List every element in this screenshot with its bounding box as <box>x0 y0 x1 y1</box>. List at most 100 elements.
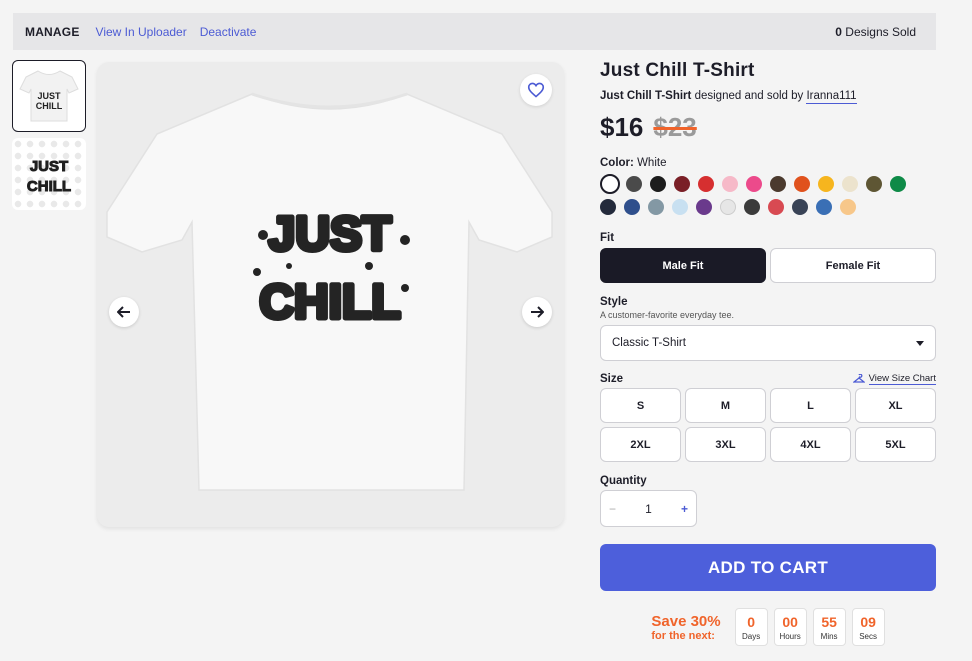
artist-link[interactable]: Iranna111 <box>806 90 857 104</box>
timer-secs-value: 09 <box>860 613 876 630</box>
quantity-increase-button[interactable]: + <box>681 502 688 516</box>
thumb-word2: CHILL <box>36 101 63 111</box>
designs-sold: 0 Designs Sold <box>835 25 916 39</box>
byline-text: designed and sold by <box>694 90 804 102</box>
deactivate-link[interactable]: Deactivate <box>200 25 257 39</box>
timer-hours-unit: Hours <box>779 631 801 641</box>
color-swatch[interactable] <box>698 175 714 192</box>
color-swatch[interactable] <box>722 175 738 192</box>
product-image-viewer: JUST CHILL <box>97 62 564 527</box>
size-button-l[interactable]: L <box>770 388 851 423</box>
product-byline: Just Chill T-Shirt designed and sold by … <box>600 90 936 104</box>
design-thumbnail-image: JUST CHILL <box>26 158 71 196</box>
timer-mins-value: 55 <box>821 613 837 630</box>
thumbnail-design[interactable]: JUST CHILL <box>12 138 86 210</box>
size-button-s[interactable]: S <box>600 388 681 423</box>
timer-mins-unit: Mins <box>820 631 838 641</box>
color-swatch[interactable] <box>626 175 642 192</box>
byline-product-name: Just Chill T-Shirt <box>600 90 692 102</box>
chevron-down-icon <box>916 340 924 346</box>
add-to-cart-button[interactable]: ADD TO CART <box>600 544 936 591</box>
design-word2: CHILL <box>259 276 400 329</box>
thumbnail-tshirt[interactable]: JUST CHILL <box>12 60 86 132</box>
color-swatch[interactable] <box>744 198 760 215</box>
size-label: Size <box>600 373 624 385</box>
color-swatches <box>600 172 936 218</box>
color-swatch[interactable] <box>674 175 690 192</box>
color-swatch[interactable] <box>624 198 640 215</box>
tshirt-image: JUST CHILL <box>106 92 553 491</box>
designs-sold-label: Designs Sold <box>845 24 916 39</box>
size-options: S M L XL 2XL 3XL 4XL 5XL <box>600 388 936 462</box>
timer-mins: 55 Mins <box>812 608 846 646</box>
design-word1: JUST <box>269 208 392 261</box>
color-swatch[interactable] <box>842 175 858 192</box>
color-label-text: Color: <box>600 157 634 169</box>
color-swatch[interactable] <box>696 198 712 215</box>
design-thumb-word2: CHILL <box>27 178 71 195</box>
color-label: Color: White <box>600 157 936 169</box>
quantity-stepper: − 1 + <box>600 490 697 527</box>
timer-secs: 09 Secs <box>851 608 885 646</box>
color-swatch[interactable] <box>746 175 762 192</box>
quantity-decrease-button[interactable]: − <box>609 502 616 516</box>
previous-image-arrow-icon[interactable] <box>109 297 139 327</box>
sale-countdown: Save 30% for the next: 0 Days 00 Hours 55 M… <box>600 608 936 646</box>
color-swatch[interactable] <box>866 175 882 192</box>
timer-days-unit: Days <box>741 631 761 641</box>
next-image-arrow-icon[interactable] <box>522 297 552 327</box>
style-description: A customer-favorite everyday tee. <box>600 310 735 320</box>
sale-text: Save 30% for the next: <box>651 613 720 642</box>
thumb-word1: JUST <box>37 91 61 101</box>
sale-percent: Save 30% <box>651 612 721 630</box>
style-select[interactable]: Classic T-Shirt <box>600 325 936 361</box>
female-fit-button[interactable]: Female Fit <box>770 248 936 283</box>
color-swatch[interactable] <box>840 198 856 215</box>
size-button-4xl[interactable]: 4XL <box>770 427 851 462</box>
timer-days: 0 Days <box>734 608 768 646</box>
color-swatch[interactable] <box>794 175 810 192</box>
color-swatch[interactable] <box>600 173 620 194</box>
quantity-value[interactable]: 1 <box>645 502 652 516</box>
size-button-3xl[interactable]: 3XL <box>685 427 766 462</box>
hanger-icon <box>852 374 865 383</box>
fit-label: Fit <box>600 232 615 244</box>
admin-bar: MANAGE View In Uploader Deactivate 0 Des… <box>13 13 936 50</box>
original-price: $23 <box>653 112 697 142</box>
manage-label: MANAGE <box>25 24 80 39</box>
color-swatch[interactable] <box>816 198 832 215</box>
quantity-label: Quantity <box>600 475 647 487</box>
selected-color-name: White <box>637 157 667 169</box>
designs-sold-count: 0 <box>835 24 842 39</box>
color-swatch[interactable] <box>648 198 664 215</box>
male-fit-button[interactable]: Male Fit <box>600 248 766 283</box>
product-title: Just Chill T-Shirt <box>600 60 755 81</box>
fit-options: Male Fit Female Fit <box>600 248 936 283</box>
price: $16 $23 <box>600 112 936 143</box>
thumbnail-list: JUST CHILL JUST CHILL <box>12 60 86 216</box>
product-info-panel: Just Chill T-Shirt Just Chill T-Shirt de… <box>600 60 936 646</box>
size-chart-link[interactable]: View Size Chart <box>852 373 936 385</box>
color-swatch[interactable] <box>818 175 834 192</box>
color-swatch[interactable] <box>770 175 786 192</box>
size-button-2xl[interactable]: 2XL <box>600 427 681 462</box>
color-swatch[interactable] <box>792 198 808 215</box>
size-button-xl[interactable]: XL <box>855 388 936 423</box>
favorite-heart-icon[interactable] <box>520 74 552 106</box>
size-header: Size View Size Chart <box>600 373 936 385</box>
timer-secs-unit: Secs <box>859 631 877 641</box>
color-swatch[interactable] <box>720 198 736 215</box>
size-button-m[interactable]: M <box>685 388 766 423</box>
size-chart-label: View Size Chart <box>868 373 936 385</box>
color-swatch[interactable] <box>890 175 906 192</box>
timer-days-value: 0 <box>747 613 755 630</box>
color-swatch[interactable] <box>768 198 784 215</box>
design-thumb-word1: JUST <box>30 158 68 175</box>
size-button-5xl[interactable]: 5XL <box>855 427 936 462</box>
color-swatch[interactable] <box>650 175 666 192</box>
color-swatch[interactable] <box>600 198 616 215</box>
tshirt-thumbnail-image: JUST CHILL <box>19 70 79 122</box>
view-in-uploader-link[interactable]: View In Uploader <box>96 25 187 39</box>
color-swatch[interactable] <box>672 198 688 215</box>
sale-for-next: for the next: <box>651 629 715 642</box>
